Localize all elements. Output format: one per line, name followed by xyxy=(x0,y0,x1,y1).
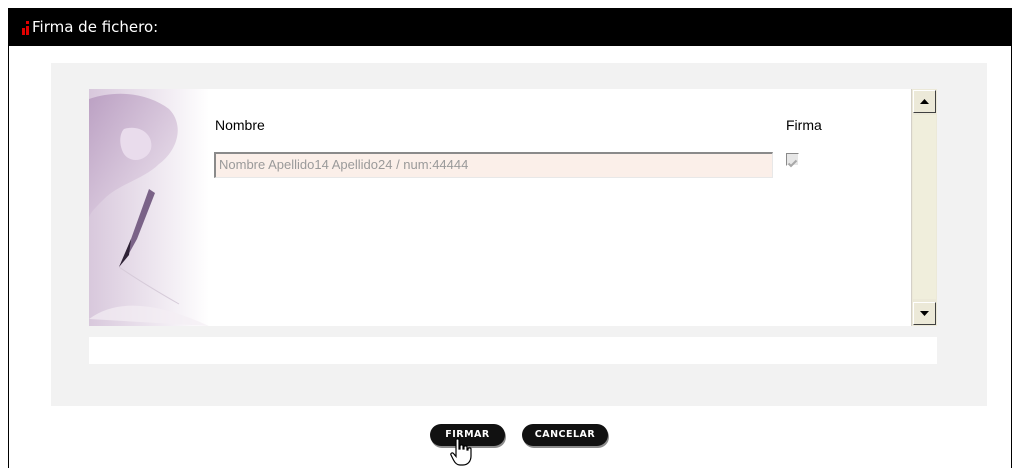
signer-name-field[interactable]: Nombre Apellido14 Apellido24 / num:44444 xyxy=(214,152,773,178)
signer-sign-checkbox[interactable] xyxy=(786,153,799,168)
scroll-up-arrow-icon xyxy=(920,99,929,104)
scroll-down-button[interactable] xyxy=(913,302,936,325)
column-header-sign: Firma xyxy=(786,117,822,133)
cancel-button[interactable]: CANCELAR xyxy=(522,424,608,446)
scroll-track[interactable] xyxy=(913,115,936,299)
pen-writing-icon xyxy=(89,89,209,326)
scroll-up-button[interactable] xyxy=(913,90,936,113)
frame-border-right xyxy=(1011,46,1012,468)
signers-list: Nombre Firma Nombre Apellido14 Apellido2… xyxy=(89,89,911,326)
column-header-name: Nombre xyxy=(215,117,265,133)
list-scrollbar[interactable] xyxy=(911,89,937,326)
window-title: Firma de fichero: xyxy=(32,18,159,36)
frame-border-left xyxy=(8,46,9,468)
title-marker-icon xyxy=(22,21,30,35)
status-bar xyxy=(89,337,937,364)
checkmark-icon xyxy=(787,159,798,168)
hand-pointer-icon xyxy=(450,438,472,466)
scroll-down-arrow-icon xyxy=(920,311,929,316)
window-titlebar: Firma de fichero: xyxy=(8,8,1012,46)
